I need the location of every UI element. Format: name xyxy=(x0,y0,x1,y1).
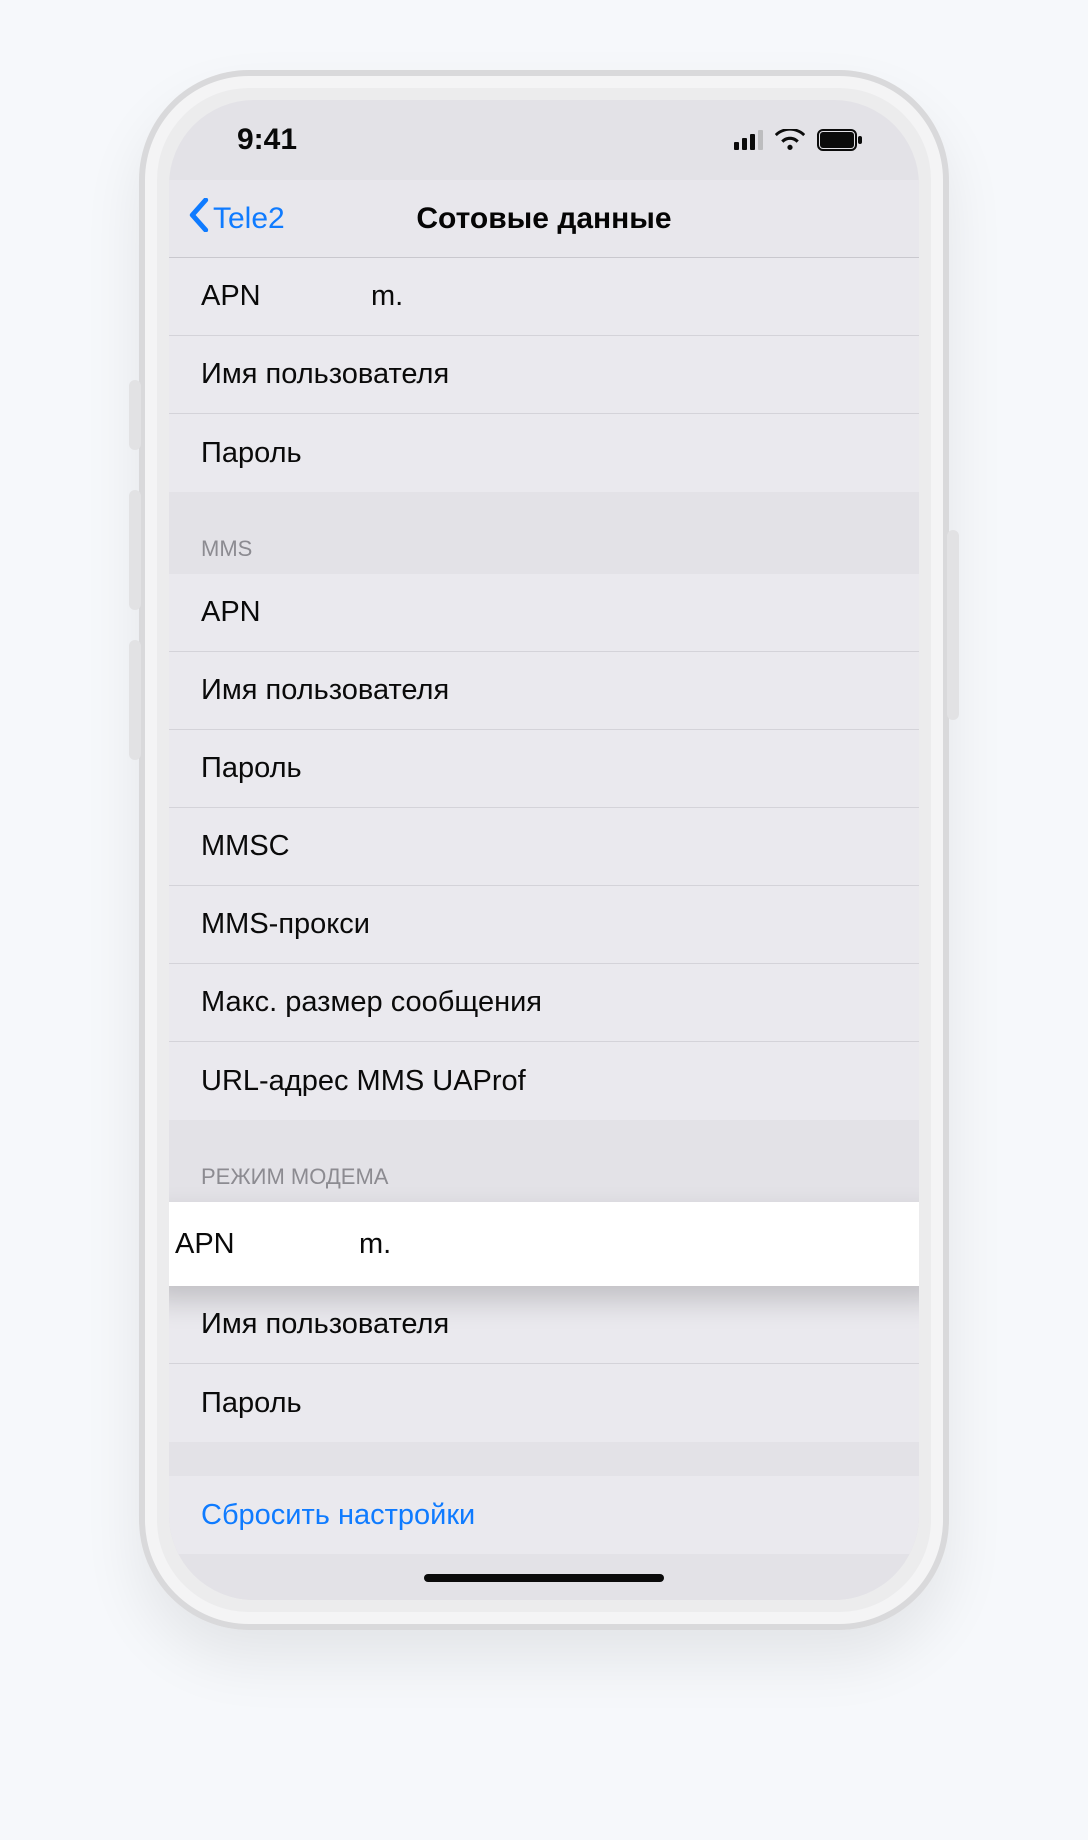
field-label: MMSC xyxy=(201,830,887,863)
home-indicator[interactable] xyxy=(424,1574,664,1582)
field-label: Макс. размер сообщения xyxy=(201,986,887,1019)
row-cellular-password[interactable]: Пароль xyxy=(169,414,919,492)
mute-switch xyxy=(129,380,141,450)
field-label: APN xyxy=(175,1228,359,1261)
field-label: Пароль xyxy=(201,437,887,470)
screen: 9:41 Tele2 Сотовые данные xyxy=(169,100,919,1600)
volume-down-button xyxy=(129,640,141,760)
spacer xyxy=(169,1442,919,1476)
row-mms-apn[interactable]: APN xyxy=(169,574,919,652)
row-mms-username[interactable]: Имя пользователя xyxy=(169,652,919,730)
wifi-icon xyxy=(775,129,805,151)
field-label: APN xyxy=(201,280,371,313)
back-label: Tele2 xyxy=(213,202,285,236)
reset-label: Сбросить настройки xyxy=(201,1499,475,1532)
cellular-signal-icon xyxy=(734,130,763,150)
field-label: Имя пользователя xyxy=(201,1308,887,1341)
field-label: Пароль xyxy=(201,752,887,785)
row-mms-maxsize[interactable]: Макс. размер сообщения xyxy=(169,964,919,1042)
battery-icon xyxy=(817,129,863,151)
group-header-mms: MMS xyxy=(169,492,919,574)
group-modem: APN m. Имя пользователя Пароль xyxy=(169,1202,919,1442)
row-cellular-username[interactable]: Имя пользователя xyxy=(169,336,919,414)
row-modem-apn[interactable]: APN m. xyxy=(169,1202,919,1286)
row-mms-uaprof[interactable]: URL-адрес MMS UAProf xyxy=(169,1042,919,1120)
field-label: Имя пользователя xyxy=(201,358,887,391)
settings-content[interactable]: APN m. Имя пользователя Пароль MMS APN И… xyxy=(169,258,919,1600)
back-button[interactable]: Tele2 xyxy=(189,198,285,240)
field-label: MMS-прокси xyxy=(201,908,887,941)
row-modem-username[interactable]: Имя пользователя xyxy=(169,1286,919,1364)
group-header-modem: РЕЖИМ МОДЕМА xyxy=(169,1120,919,1202)
status-bar: 9:41 xyxy=(169,100,919,180)
field-label: APN xyxy=(201,596,887,629)
status-time: 9:41 xyxy=(237,123,297,157)
field-label: URL-адрес MMS UAProf xyxy=(201,1065,887,1098)
field-label: Имя пользователя xyxy=(201,674,887,707)
power-button xyxy=(947,530,959,720)
status-icons xyxy=(734,129,863,151)
volume-up-button xyxy=(129,490,141,610)
phone-frame: 9:41 Tele2 Сотовые данные xyxy=(139,70,949,1630)
group-reset: Сбросить настройки xyxy=(169,1476,919,1554)
group-cellular-data: APN m. Имя пользователя Пароль xyxy=(169,258,919,492)
field-value: m. xyxy=(371,280,887,313)
field-value: m. xyxy=(359,1228,913,1261)
row-mms-password[interactable]: Пароль xyxy=(169,730,919,808)
row-modem-password[interactable]: Пароль xyxy=(169,1364,919,1442)
nav-bar: Tele2 Сотовые данные xyxy=(169,180,919,258)
row-cellular-apn[interactable]: APN m. xyxy=(169,258,919,336)
chevron-left-icon xyxy=(189,198,209,240)
reset-settings-button[interactable]: Сбросить настройки xyxy=(169,1476,919,1554)
group-mms: APN Имя пользователя Пароль MMSC MMS-про… xyxy=(169,574,919,1120)
row-mms-proxy[interactable]: MMS-прокси xyxy=(169,886,919,964)
field-label: Пароль xyxy=(201,1387,887,1420)
row-mms-mmsc[interactable]: MMSC xyxy=(169,808,919,886)
